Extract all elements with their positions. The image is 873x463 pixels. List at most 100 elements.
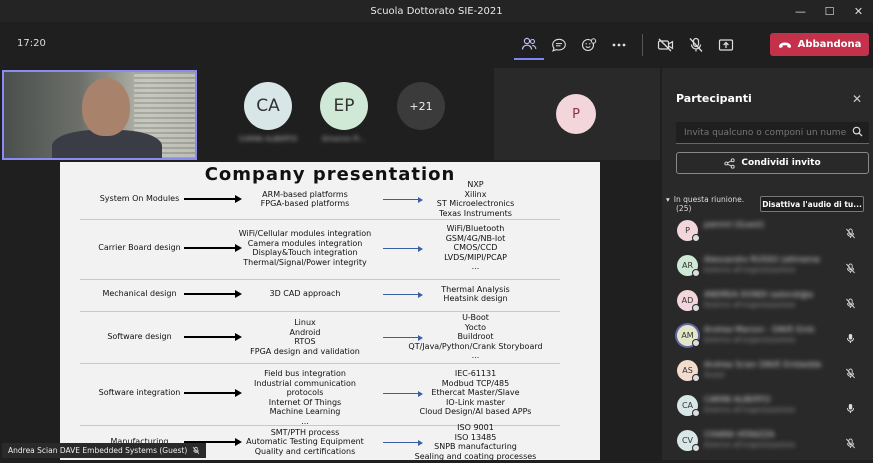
slide-capability-line: Field bus integration — [264, 369, 346, 379]
mute-all-button[interactable]: Disattiva l'audio di tu... — [760, 196, 864, 212]
slide-technologies: WiFi/Bluetooth GSM/4G/NB-Iot CMOS/CCD LVDS/… — [403, 224, 548, 272]
participant-tile-name: Emanno Pi... — [322, 135, 366, 143]
slide-technology-line: NXP — [467, 180, 484, 189]
participant-avatar: CA — [677, 395, 700, 417]
meeting-toolbar: 17:20 Abbandona — [0, 22, 873, 68]
panel-title: Partecipanti — [676, 92, 752, 105]
slide-technology-line: CMOS/CCD — [453, 243, 498, 253]
reactions-button[interactable] — [574, 30, 604, 60]
participant-mic-status[interactable] — [845, 434, 856, 453]
slide-category: Carrier Board design — [98, 243, 181, 252]
participants-panel: Partecipanti ✕ Condividi invito ▾In ques… — [662, 68, 873, 460]
close-window-button[interactable]: ✕ — [844, 0, 873, 22]
participant-row[interactable]: AM Andrea Marson - DAVE Emb Esterno all'or… — [662, 323, 873, 358]
slide-technology-line: Xilinx — [464, 189, 487, 199]
maximize-button[interactable]: ☐ — [815, 0, 844, 22]
mic-off-icon — [689, 37, 703, 52]
participant-mic-status[interactable] — [845, 364, 856, 383]
slide-technology-line: Sealing and coating processes — [414, 451, 537, 461]
section-in-meeting[interactable]: ▾ In questa riunione. (25) — [666, 195, 744, 213]
slide-technology-line: Thermal Analysis — [441, 284, 510, 294]
section-label: In questa riunione. — [673, 195, 745, 204]
more-icon — [612, 43, 626, 47]
minimize-button[interactable]: — — [786, 0, 815, 22]
participant-mic-status[interactable] — [845, 259, 856, 278]
slide-technology-line: IEC-61131 — [454, 369, 497, 379]
participant-row[interactable]: AD ANDREA DONDI (adondi@a Esterno all'orga… — [662, 288, 873, 323]
participants-button[interactable] — [514, 30, 544, 60]
slide-divider — [80, 279, 560, 280]
slide-divider — [80, 311, 560, 312]
close-panel-button[interactable]: ✕ — [852, 92, 862, 106]
participant-row[interactable]: AR Alessandro RUSSO (altmeme Esterno all'o… — [662, 253, 873, 288]
slide-capability-line: Quality and certifications — [254, 446, 356, 456]
mic-icon — [846, 334, 855, 343]
participant-avatar: EP — [320, 82, 368, 130]
participant-row[interactable]: AS Andrea Scian DAVE Embedde Guest — [662, 358, 873, 393]
slide-capabilities: 3D CAD approach — [235, 289, 375, 299]
participant-name: CARINI ALBERTO — [704, 395, 771, 404]
mic-off-icon — [845, 298, 856, 309]
slide-technologies: IEC-61131 Modbud TCP/485 Ethercat Master/S… — [403, 369, 548, 417]
speaker-video[interactable] — [2, 70, 197, 160]
slide-arrow — [184, 244, 242, 252]
camera-toggle-button[interactable] — [651, 30, 681, 60]
people-icon — [521, 37, 537, 50]
slide-capability-line: Machine Learning — [269, 407, 341, 417]
leave-meeting-button[interactable]: Abbandona — [770, 33, 869, 56]
slide-divider — [80, 363, 560, 364]
mic-toggle-button[interactable] — [681, 30, 711, 60]
presence-dot — [692, 269, 700, 277]
shared-slide: Company presentation System On Modules AR… — [60, 162, 600, 460]
slide-capability-line: Automatic Testing Equipment — [246, 437, 364, 447]
participant-tile-0[interactable]: CA CARINI ALBERTO — [238, 82, 298, 143]
chat-button[interactable] — [544, 30, 574, 60]
title-bar: Scuola Dottorato SIE-2021 — ☐ ✕ — [0, 0, 873, 22]
participant-mic-status[interactable] — [845, 329, 856, 348]
slide-technology-line: ISO 13485 — [454, 432, 497, 442]
slide-technology-line: Buildroot — [457, 332, 494, 342]
participant-row[interactable]: Ppamml (Guest) — [662, 218, 873, 253]
participant-subtitle: Esterno all'organizzazione — [704, 301, 796, 309]
video-person-head — [82, 78, 130, 136]
slide-category: Software design — [107, 332, 172, 341]
participant-initials: AM — [681, 331, 694, 340]
presence-dot — [692, 444, 700, 452]
slide-technology-line: QT/Java/Python/Crank Storyboard — [408, 341, 543, 351]
participant-avatar: CV — [677, 430, 700, 452]
participant-tile-1[interactable]: EP Emanno Pi... — [314, 82, 374, 143]
participant-subtitle: Esterno all'organizzazione — [704, 441, 796, 449]
participant-row[interactable]: CA CARINI ALBERTO Esterno all'organizzazio… — [662, 393, 873, 428]
slide-capability-line: SMT/PTH process — [270, 427, 340, 437]
participant-tile-presenter[interactable]: P — [494, 68, 660, 160]
share-invite-button[interactable]: Condividi invito — [676, 152, 869, 174]
more-actions-button[interactable] — [604, 30, 634, 60]
slide-technologies: NXP Xilinx ST Microelectronics Texas Instru… — [403, 180, 548, 218]
share-screen-button[interactable] — [711, 30, 741, 60]
slide-technology-line: ISO 9001 — [457, 423, 494, 432]
presence-dot — [692, 234, 700, 242]
participant-name: ANDREA DONDI (adondi@a — [704, 290, 814, 299]
participant-mic-status[interactable] — [845, 294, 856, 313]
slide-category: Mechanical design — [102, 289, 177, 298]
slide-capability-line: Industrial communication protocols — [254, 378, 356, 398]
participant-initials: AD — [681, 296, 694, 305]
slide-capabilities: Linux Android RTOS FPGA design and validati… — [235, 318, 375, 356]
mic-off-icon — [845, 228, 856, 239]
slide-capability-line: FPGA-based platforms — [260, 199, 350, 208]
participant-list: Ppamml (Guest) AR Alessandro RUSSO (altmem… — [662, 218, 873, 463]
slide-capability-line: Camera modules integration — [247, 238, 363, 248]
slide-category: System On Modules — [99, 194, 180, 203]
slide-capability-line: Android — [289, 327, 321, 337]
participant-initials: P — [685, 226, 690, 235]
participant-mic-status[interactable] — [845, 224, 856, 243]
speaker-name: Andrea Scian DAVE Embedded Systems (Gues… — [8, 446, 188, 455]
more-participants-badge[interactable]: +21 — [397, 82, 445, 130]
presence-dot — [692, 409, 700, 417]
slide-technology-line: ... — [471, 262, 480, 272]
participant-initials: CV — [681, 436, 694, 445]
invite-input[interactable] — [676, 122, 869, 144]
participant-mic-status[interactable] — [845, 399, 856, 418]
presenter-avatar: P — [556, 94, 596, 134]
participant-row[interactable]: CV CHIARA VERAZZA Esterno all'organizzazio… — [662, 428, 873, 463]
